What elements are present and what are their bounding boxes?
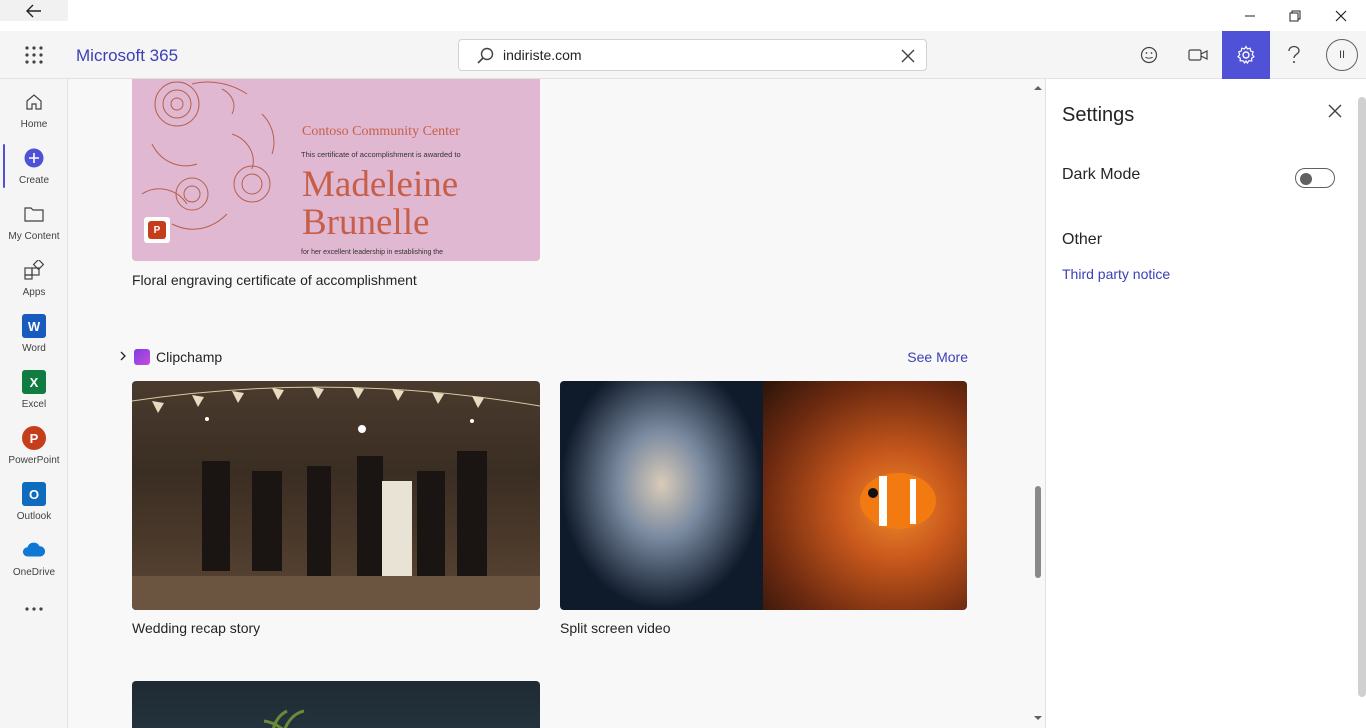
clipchamp-icon xyxy=(134,349,150,365)
nav-word-label: Word xyxy=(22,343,46,354)
folder-icon xyxy=(22,202,46,226)
back-arrow-icon xyxy=(26,4,41,17)
plant-photo xyxy=(263,709,305,728)
clear-search-icon[interactable] xyxy=(898,46,918,66)
search-input[interactable] xyxy=(503,40,893,70)
settings-title: Settings xyxy=(1062,104,1135,126)
waffle-icon xyxy=(25,46,43,64)
nav-excel[interactable]: X Excel xyxy=(0,364,68,420)
nav-my-content[interactable]: My Content xyxy=(0,196,68,252)
main-scrollbar[interactable] xyxy=(1031,79,1045,728)
nav-create[interactable]: Create xyxy=(0,140,68,196)
nav-onedrive-label: OneDrive xyxy=(12,567,56,578)
app-header: Microsoft 365 II xyxy=(0,31,1366,79)
other-heading: Other xyxy=(1062,231,1103,248)
outlook-icon: O xyxy=(22,482,46,506)
feedback-button[interactable] xyxy=(1125,31,1173,79)
create-plus-icon xyxy=(22,146,46,170)
back-button[interactable] xyxy=(0,0,68,21)
dark-mode-label: Dark Mode xyxy=(1062,166,1141,183)
nav-my-content-label: My Content xyxy=(8,231,60,242)
nav-outlook[interactable]: O Outlook xyxy=(0,476,68,532)
wedding-recap-thumbnail[interactable] xyxy=(132,381,540,610)
onedrive-cloud-icon xyxy=(22,538,46,562)
split-screen-card-title[interactable]: Split screen video xyxy=(560,620,671,636)
nav-word[interactable]: W Word xyxy=(0,308,68,364)
scroll-down-arrow-icon[interactable] xyxy=(1031,713,1045,723)
minimize-icon xyxy=(1245,15,1255,16)
video-button[interactable] xyxy=(1174,31,1222,79)
nav-powerpoint[interactable]: P PowerPoint xyxy=(0,420,68,476)
avatar: II xyxy=(1326,39,1358,71)
home-icon xyxy=(22,90,46,114)
nav-excel-label: Excel xyxy=(21,399,47,410)
chevron-right-icon[interactable] xyxy=(116,349,130,363)
see-more-link[interactable]: See More xyxy=(907,349,968,365)
dark-mode-toggle[interactable] xyxy=(1295,168,1335,188)
nav-outlook-label: Outlook xyxy=(16,511,52,522)
apps-icon xyxy=(22,258,46,282)
account-button[interactable]: II xyxy=(1318,31,1366,79)
nav-apps-label: Apps xyxy=(22,287,46,298)
split-screen-thumbnail[interactable] xyxy=(560,381,967,610)
wedding-card-title[interactable]: Wedding recap story xyxy=(132,620,260,636)
close-icon xyxy=(1335,10,1347,21)
video-camera-icon xyxy=(1188,49,1208,61)
search-icon xyxy=(477,47,494,64)
restore-button[interactable] xyxy=(1272,0,1318,31)
more-ellipsis-icon xyxy=(25,607,43,611)
jellyfish-photo xyxy=(560,381,763,610)
smiley-icon xyxy=(1140,46,1158,64)
word-icon: W xyxy=(22,314,46,338)
certificate-org: Contoso Community Center xyxy=(302,124,460,139)
clipchamp-section-header: Clipchamp See More xyxy=(116,345,968,369)
help-button[interactable] xyxy=(1270,31,1318,79)
close-window-button[interactable] xyxy=(1318,0,1364,31)
third-party-notice-link[interactable]: Third party notice xyxy=(1062,266,1170,282)
nav-onedrive[interactable]: OneDrive xyxy=(0,532,68,588)
help-icon xyxy=(1288,45,1300,63)
settings-scrollbar[interactable] xyxy=(1358,97,1366,697)
powerpoint-badge-icon: P xyxy=(148,221,166,239)
main-content: Contoso Community Center This certificat… xyxy=(69,79,1045,728)
certificate-leadership-line: for her excellent leadership in establis… xyxy=(301,249,444,256)
next-template-thumbnail[interactable] xyxy=(132,681,540,728)
left-nav-rail: Home Create My Content Apps W Word X Exc… xyxy=(0,79,68,728)
certificate-name-line1: Madeleine xyxy=(302,164,459,205)
app-launcher-button[interactable] xyxy=(14,39,54,71)
section-title: Clipchamp xyxy=(156,349,223,365)
close-panel-icon[interactable] xyxy=(1325,101,1345,121)
brand-title[interactable]: Microsoft 365 xyxy=(76,46,178,66)
nav-powerpoint-label: PowerPoint xyxy=(8,455,60,466)
nav-create-label: Create xyxy=(18,175,49,186)
title-bar xyxy=(0,0,1366,31)
powerpoint-icon: P xyxy=(22,426,46,450)
main-scrollbar-thumb[interactable] xyxy=(1035,486,1041,578)
restore-icon xyxy=(1289,10,1301,21)
settings-panel: Settings Dark Mode Other Third party not… xyxy=(1045,79,1366,728)
minimize-button[interactable] xyxy=(1227,0,1273,31)
certificate-card-title[interactable]: Floral engraving certificate of accompli… xyxy=(132,272,417,288)
excel-icon: X xyxy=(22,370,46,394)
toggle-knob xyxy=(1300,173,1312,185)
clownfish-photo xyxy=(763,381,967,610)
search-box[interactable] xyxy=(458,39,927,71)
certificate-name-line2: Brunelle xyxy=(302,202,430,243)
nav-home-label: Home xyxy=(20,119,48,130)
wedding-dance-photo xyxy=(132,386,540,610)
settings-button[interactable] xyxy=(1222,31,1270,79)
nav-home[interactable]: Home xyxy=(0,84,68,140)
certificate-template-card[interactable]: Contoso Community Center This certificat… xyxy=(132,79,540,261)
gear-icon xyxy=(1237,45,1255,65)
certificate-award-line: This certificate of accomplishment is aw… xyxy=(301,150,461,159)
scroll-up-arrow-icon[interactable] xyxy=(1031,83,1045,93)
nav-apps[interactable]: Apps xyxy=(0,252,68,308)
powerpoint-file-badge: P xyxy=(144,217,170,243)
nav-more-button[interactable] xyxy=(0,594,68,624)
